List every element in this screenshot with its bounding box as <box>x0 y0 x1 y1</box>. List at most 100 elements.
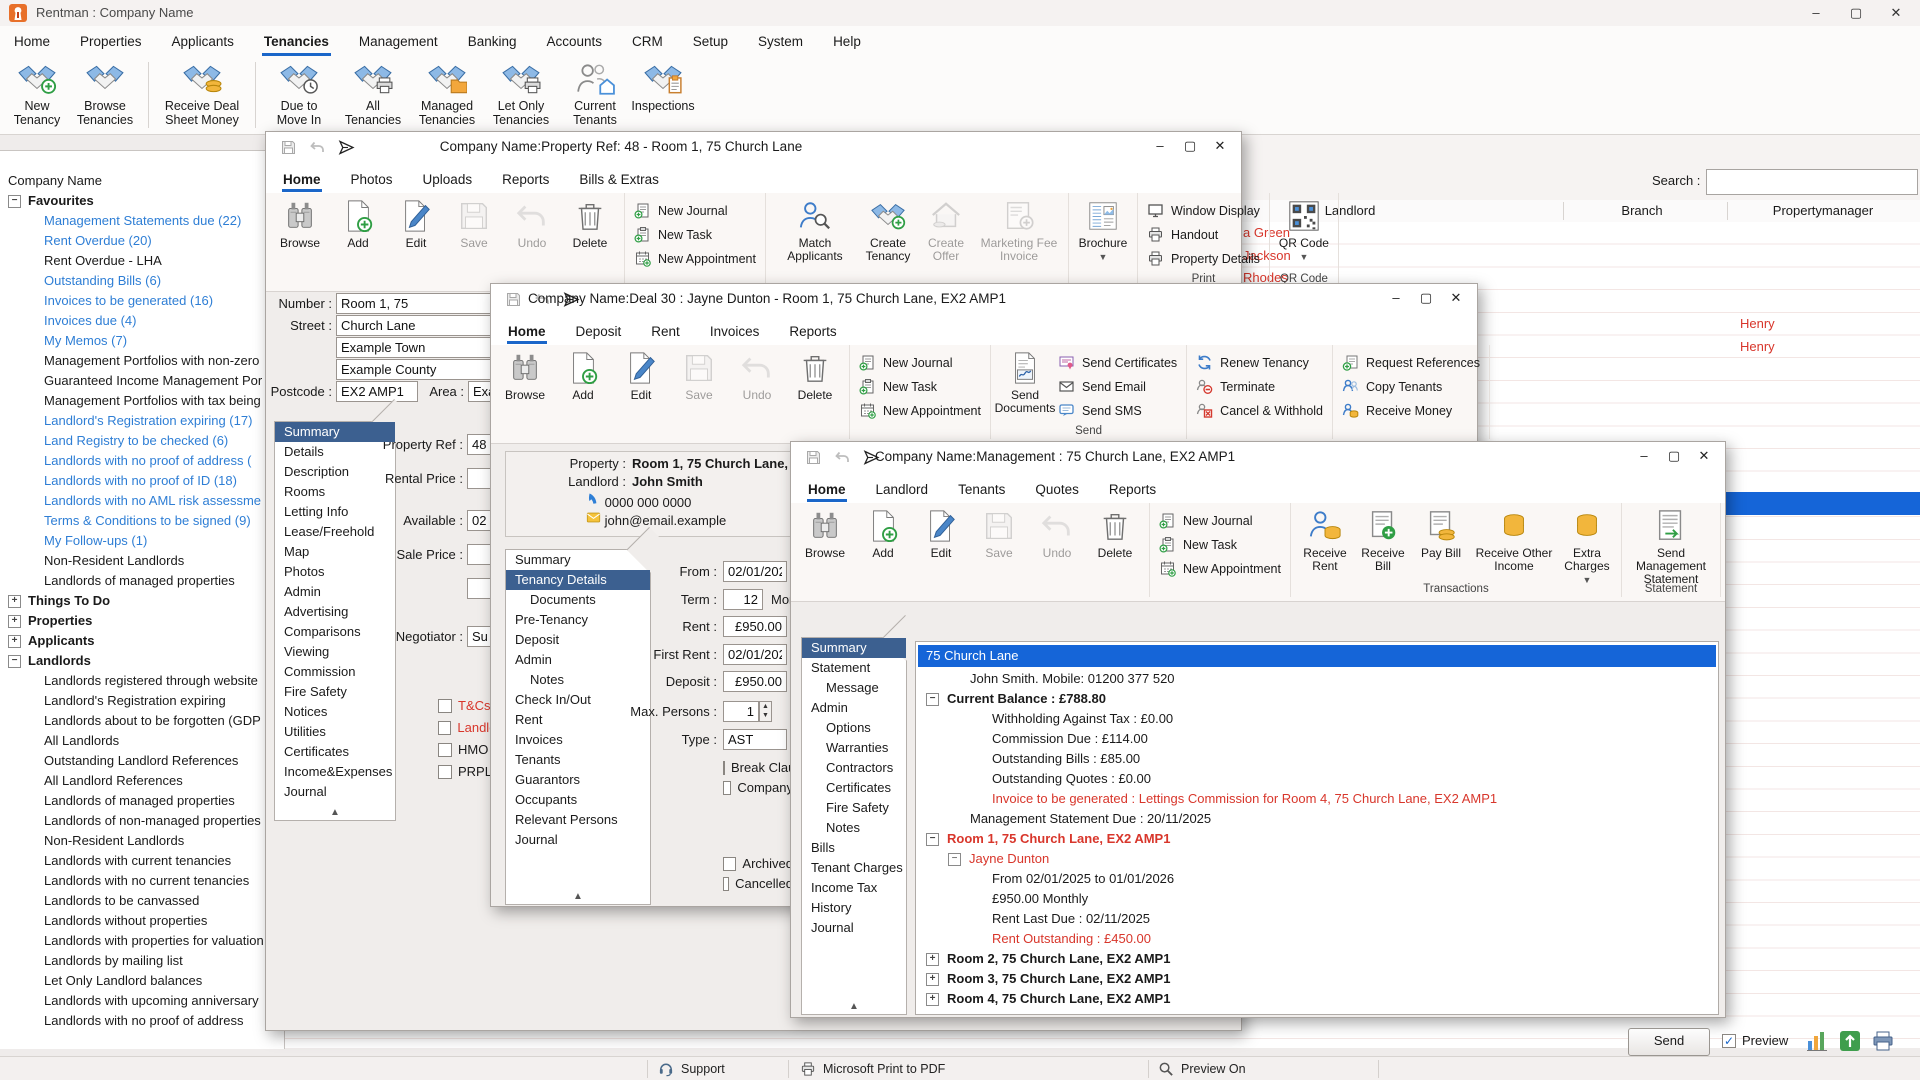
menu-banking[interactable]: Banking <box>466 28 519 56</box>
dropdown-arrow-icon[interactable]: ▼ <box>1099 251 1108 264</box>
nav-relevant-persons[interactable]: Relevant Persons <box>506 810 650 830</box>
nav-check-in-out[interactable]: Check In/Out <box>506 690 650 710</box>
new-journal-button[interactable]: New Journal <box>634 201 756 220</box>
nav-fire-safety[interactable]: Fire Safety <box>275 682 395 702</box>
maximize-icon[interactable]: ▢ <box>1659 448 1689 464</box>
tree-row[interactable]: −Current Balance : £788.80 <box>926 689 1106 709</box>
term-input[interactable] <box>723 589 763 610</box>
column-header-propertymanager[interactable]: Propertymanager <box>1773 203 1873 218</box>
current-tenants-button[interactable]: Current Tenants <box>558 57 632 127</box>
nav-comparisons[interactable]: Comparisons <box>275 622 395 642</box>
sidebar-item-land-registry-to-be-checked-6[interactable]: Land Registry to be checked (6) <box>44 433 228 448</box>
browse-tenancies-button[interactable]: Browse Tenancies <box>68 57 142 127</box>
sidebar-root[interactable]: Company Name <box>8 173 102 188</box>
deposit-input[interactable] <box>723 671 787 692</box>
sidebar-item-management-portfolios-with-tax-being[interactable]: Management Portfolios with tax being <box>44 393 261 408</box>
tab-quotes[interactable]: Quotes <box>1034 476 1080 502</box>
minimize-icon[interactable]: – <box>1629 448 1659 464</box>
nav-journal[interactable]: Journal <box>275 782 395 802</box>
tree-row[interactable]: −Room 1, 75 Church Lane, EX2 AMP1 <box>926 829 1170 849</box>
menu-properties[interactable]: Properties <box>78 28 144 56</box>
tree-row[interactable]: Rent Last Due : 02/11/2025 <box>992 909 1150 929</box>
menu-home[interactable]: Home <box>12 28 52 56</box>
nav-income-tax[interactable]: Income Tax <box>802 878 906 898</box>
expand-icon[interactable]: + <box>8 615 21 628</box>
brochure-button[interactable]: Brochure▼ <box>1074 197 1132 264</box>
send-certificates-button[interactable]: Send Certificates <box>1058 353 1177 372</box>
first-rent-input[interactable] <box>723 644 787 665</box>
sidebar-item-properties[interactable]: +Properties <box>8 613 92 628</box>
minimize-icon[interactable]: – <box>1796 5 1836 20</box>
browse-button[interactable]: Browse <box>496 349 554 402</box>
sidebar-item-rent-overdue-20[interactable]: Rent Overdue (20) <box>44 233 152 248</box>
postcode-input[interactable] <box>336 381 418 402</box>
checkbox-icon[interactable] <box>438 699 452 713</box>
manager-cell[interactable]: Henry <box>1740 339 1775 354</box>
sidebar-item-all-landlords[interactable]: All Landlords <box>44 733 119 748</box>
collapse-icon[interactable]: − <box>926 833 939 846</box>
extra-charges-button[interactable]: Extra Charges▼ <box>1558 507 1616 587</box>
nav-description[interactable]: Description <box>275 462 395 482</box>
cancel-withhold-button[interactable]: Cancel & Withhold <box>1196 401 1323 420</box>
nav-utilities[interactable]: Utilities <box>275 722 395 742</box>
phone-row[interactable]: 0000 000 0000 <box>586 492 691 510</box>
undo-quick-button[interactable] <box>309 139 326 161</box>
terminate-button[interactable]: Terminate <box>1196 377 1323 396</box>
close-icon[interactable]: ✕ <box>1205 138 1235 154</box>
send-sms-button[interactable]: Send SMS <box>1058 401 1177 420</box>
nav-journal[interactable]: Journal <box>802 918 906 938</box>
nav-scroll-up-icon[interactable]: ▲ <box>275 807 395 818</box>
column-header-branch[interactable]: Branch <box>1621 203 1662 218</box>
checkbox-t-cs[interactable]: T&Cs <box>438 698 491 713</box>
nav-advertising[interactable]: Advertising <box>275 602 395 622</box>
tab-home[interactable]: Home <box>807 476 847 502</box>
undo-quick-button[interactable] <box>834 449 851 471</box>
tab-home[interactable]: Home <box>282 166 322 192</box>
nav-scroll-up-icon[interactable]: ▲ <box>802 1001 906 1012</box>
sidebar-item-landlords-with-no-proof-of-address[interactable]: Landlords with no proof of address ( <box>44 453 251 468</box>
new-journal-button[interactable]: New Journal <box>1159 511 1281 530</box>
sidebar-item-landlords-with-no-proof-of-address[interactable]: Landlords with no proof of address <box>44 1013 243 1028</box>
tree-row[interactable]: +Room 3, 75 Church Lane, EX2 AMP1 <box>926 969 1170 989</box>
new-appointment-button[interactable]: New Appointment <box>859 401 981 420</box>
delete-button[interactable]: Delete <box>1086 507 1144 560</box>
nav-map[interactable]: Map <box>275 542 395 562</box>
sidebar-item-all-landlord-references[interactable]: All Landlord References <box>44 773 183 788</box>
tab-uploads[interactable]: Uploads <box>422 166 474 192</box>
receive-money-button[interactable]: Receive Money <box>1342 401 1480 420</box>
tree-row[interactable]: Invoice to be generated : Lettings Commi… <box>992 789 1497 809</box>
preview-checkbox[interactable]: ✓ <box>1722 1034 1736 1048</box>
sidebar-item-applicants[interactable]: +Applicants <box>8 633 94 648</box>
sidebar-item-invoices-to-be-generated-16[interactable]: Invoices to be generated (16) <box>44 293 213 308</box>
checkbox-icon[interactable] <box>723 857 736 871</box>
due-to-move-in-button[interactable]: Due to Move In <box>262 57 336 127</box>
tree-row[interactable]: From 02/01/2025 to 01/01/2026 <box>992 869 1174 889</box>
minimize-icon[interactable]: – <box>1381 290 1411 306</box>
let-only-tenancies-button[interactable]: Let Only Tenancies <box>484 57 558 127</box>
tab-reports[interactable]: Reports <box>788 318 837 344</box>
handout-button[interactable]: Handout <box>1147 225 1260 244</box>
receive-rent-button[interactable]: Receive Rent <box>1296 507 1354 573</box>
sidebar-item-let-only-landlord-balances[interactable]: Let Only Landlord balances <box>44 973 202 988</box>
tab-reports[interactable]: Reports <box>1108 476 1157 502</box>
delete-button[interactable]: Delete <box>561 197 619 250</box>
match-applicants-button[interactable]: Match Applicants <box>771 197 859 263</box>
sidebar-item-landlords-with-upcoming-anniversary[interactable]: Landlords with upcoming anniversary <box>44 993 259 1008</box>
menu-system[interactable]: System <box>756 28 805 56</box>
expand-icon[interactable]: + <box>926 953 939 966</box>
checkbox-icon[interactable] <box>438 721 451 735</box>
sidebar-item-management-portfolios-with-non-zero[interactable]: Management Portfolios with non-zero <box>44 353 259 368</box>
new-tenancy-button[interactable]: New Tenancy <box>6 57 68 127</box>
tree-row[interactable]: Withholding Against Tax : £0.00 <box>992 709 1173 729</box>
tree-row[interactable]: +Room 2, 75 Church Lane, EX2 AMP1 <box>926 949 1170 969</box>
edit-button[interactable]: Edit <box>387 197 445 250</box>
tree-row[interactable]: Management Statement Due : 20/11/2025 <box>970 809 1211 829</box>
nav-journal[interactable]: Journal <box>506 830 650 850</box>
nav-statement[interactable]: Statement <box>802 658 906 678</box>
receive-deal-sheet-money-button[interactable]: Receive Deal Sheet Money <box>155 57 249 127</box>
menu-accounts[interactable]: Accounts <box>544 28 604 56</box>
copy-tenants-button[interactable]: Copy Tenants <box>1342 377 1480 396</box>
nav-summary[interactable]: Summary <box>275 422 395 442</box>
nav-notes[interactable]: Notes <box>506 670 650 690</box>
break-clause-checkbox[interactable]: Break Clause <box>723 760 793 775</box>
